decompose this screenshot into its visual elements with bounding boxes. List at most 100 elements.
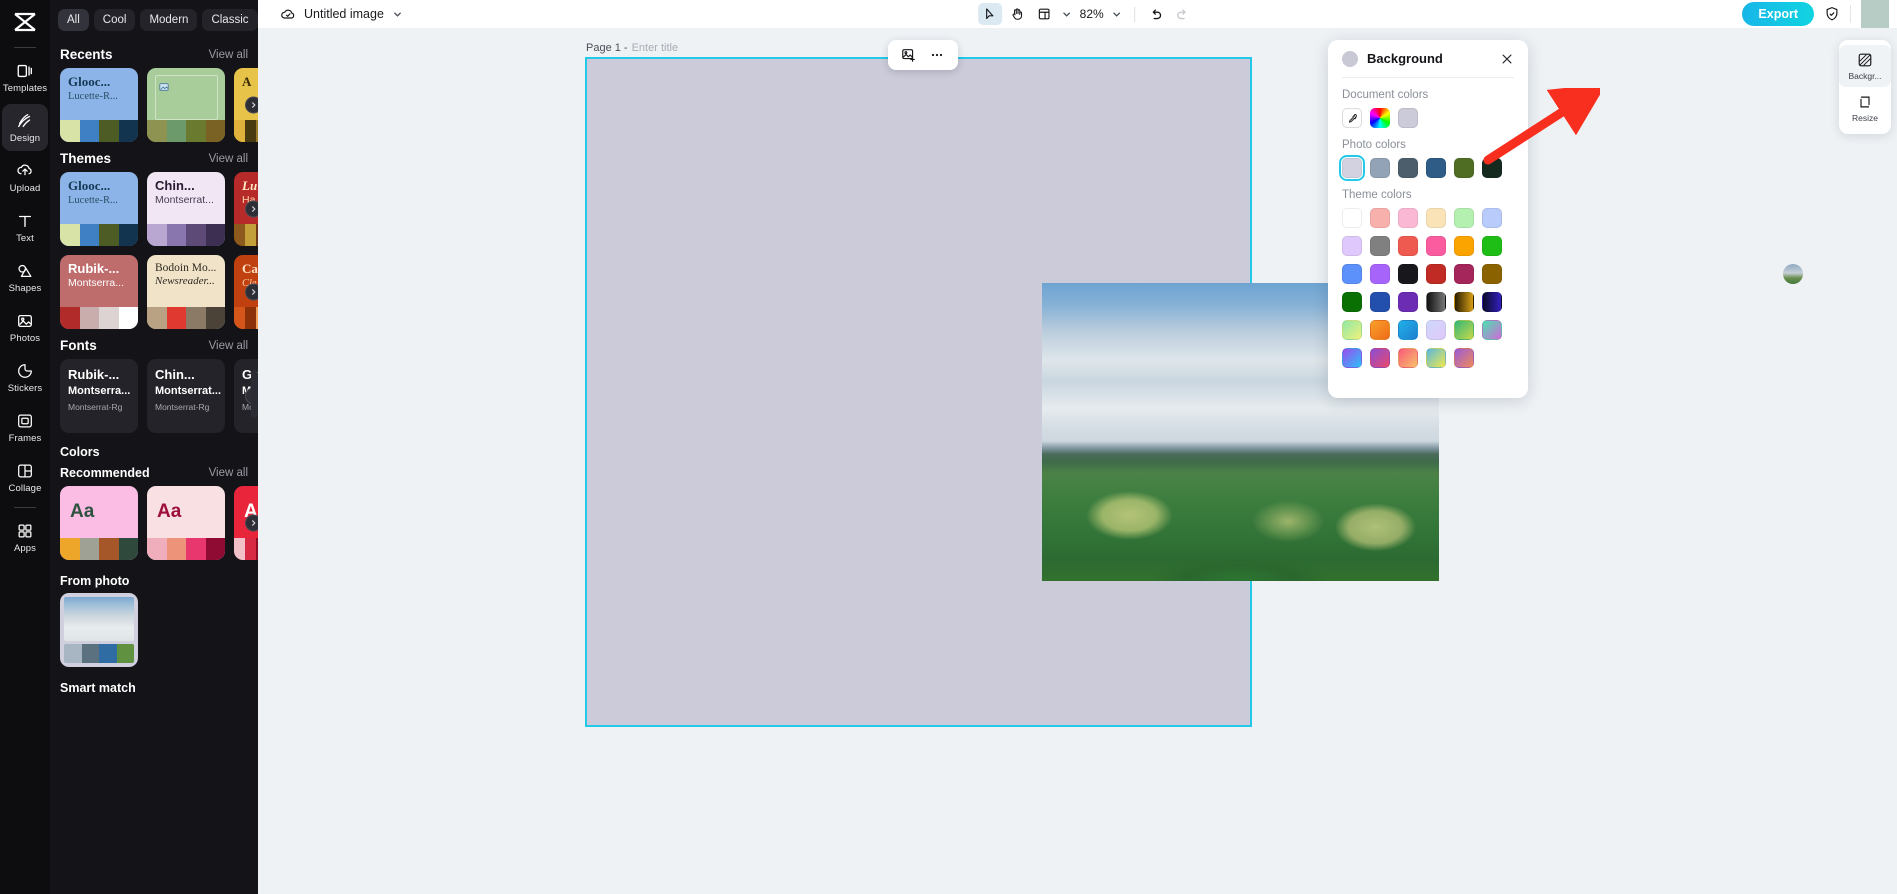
- sidebar-item-frames[interactable]: Frames: [2, 404, 48, 451]
- photo-color-swatch[interactable]: [1370, 158, 1390, 178]
- view-all-recommended[interactable]: View all: [209, 467, 248, 479]
- theme-color-swatch[interactable]: [1342, 292, 1362, 312]
- photo-color-swatch[interactable]: [1454, 158, 1474, 178]
- select-tool-button[interactable]: [977, 3, 1002, 25]
- theme-color-swatch[interactable]: [1370, 320, 1390, 340]
- cloud-check-icon[interactable]: [280, 6, 296, 22]
- theme-color-swatch[interactable]: [1454, 348, 1474, 368]
- theme-color-swatch[interactable]: [1370, 292, 1390, 312]
- avatar[interactable]: [1861, 0, 1889, 28]
- theme-color-swatch[interactable]: [1370, 236, 1390, 256]
- sidebar-item-stickers[interactable]: Stickers: [2, 354, 48, 401]
- zoom-level-label[interactable]: 82%: [1078, 7, 1106, 21]
- theme-color-swatch[interactable]: [1482, 264, 1502, 284]
- theme-color-swatch[interactable]: [1370, 264, 1390, 284]
- chip-all[interactable]: All: [58, 9, 89, 31]
- themes-next-button-2[interactable]: [245, 283, 258, 301]
- theme-color-swatch[interactable]: [1426, 320, 1446, 340]
- theme-card[interactable]: Glooc... Lucette-R...: [60, 172, 138, 246]
- zoom-caret-button[interactable]: [1109, 3, 1125, 25]
- theme-color-swatch[interactable]: [1454, 208, 1474, 228]
- color-wheel-button[interactable]: [1370, 108, 1390, 128]
- theme-color-swatch[interactable]: [1342, 348, 1362, 368]
- theme-color-swatch[interactable]: [1342, 264, 1362, 284]
- theme-color-swatch[interactable]: [1426, 236, 1446, 256]
- export-button[interactable]: Export: [1742, 2, 1814, 26]
- font-card[interactable]: Rubik-... Montserra... Montserrat-Rg: [60, 359, 138, 433]
- font-card[interactable]: Chin... Montserrat... Montserrat-Rg: [147, 359, 225, 433]
- panel-collapse-handle[interactable]: [251, 370, 258, 418]
- canvas-page[interactable]: [585, 57, 1439, 727]
- document-color-swatch[interactable]: [1398, 108, 1418, 128]
- theme-color-swatch[interactable]: [1426, 264, 1446, 284]
- from-photo-card[interactable]: [60, 593, 138, 667]
- theme-color-swatch[interactable]: [1398, 208, 1418, 228]
- theme-card[interactable]: Chin... Montserrat...: [147, 172, 225, 246]
- sidebar-item-text[interactable]: Text: [2, 204, 48, 251]
- theme-color-swatch[interactable]: [1482, 320, 1502, 340]
- theme-color-swatch[interactable]: [1482, 292, 1502, 312]
- themes-next-button[interactable]: [245, 200, 258, 218]
- color-card[interactable]: Aa: [60, 486, 138, 560]
- sidebar-item-design[interactable]: Design: [2, 104, 48, 151]
- theme-color-swatch[interactable]: [1454, 292, 1474, 312]
- theme-color-swatch[interactable]: [1398, 348, 1418, 368]
- view-all-fonts[interactable]: View all: [209, 340, 248, 352]
- theme-color-swatch[interactable]: [1426, 292, 1446, 312]
- view-all-recents[interactable]: View all: [209, 49, 248, 61]
- theme-color-swatch[interactable]: [1426, 348, 1446, 368]
- recents-next-button[interactable]: [245, 96, 258, 114]
- shield-check-icon[interactable]: [1824, 6, 1840, 22]
- chip-cool[interactable]: Cool: [93, 9, 136, 31]
- right-rail-item-resize[interactable]: Resize: [1839, 87, 1891, 129]
- color-card[interactable]: Aa: [147, 486, 225, 560]
- theme-color-swatch[interactable]: [1398, 236, 1418, 256]
- theme-color-swatch[interactable]: [1482, 236, 1502, 256]
- photo-color-swatch[interactable]: [1398, 158, 1418, 178]
- eyedropper-icon[interactable]: [1342, 108, 1362, 128]
- theme-color-swatch[interactable]: [1398, 292, 1418, 312]
- sidebar-item-photos[interactable]: Photos: [2, 304, 48, 351]
- photo-color-swatch[interactable]: [1339, 155, 1365, 181]
- close-icon[interactable]: [1500, 52, 1514, 66]
- redo-button[interactable]: [1171, 3, 1195, 25]
- theme-card[interactable]: Bodoin Mo... Newsreader...: [147, 255, 225, 329]
- photo-color-swatch[interactable]: [1482, 158, 1502, 178]
- theme-color-swatch[interactable]: [1370, 208, 1390, 228]
- image-plus-icon[interactable]: [896, 43, 922, 67]
- photo-color-swatch[interactable]: [1426, 158, 1446, 178]
- sidebar-item-templates[interactable]: Templates: [2, 54, 48, 101]
- theme-color-swatch[interactable]: [1454, 236, 1474, 256]
- sidebar-item-upload[interactable]: Upload: [2, 154, 48, 201]
- capcut-logo-icon[interactable]: [5, 4, 45, 40]
- recent-card[interactable]: Glooc... Lucette-R...: [60, 68, 138, 142]
- chevron-down-icon[interactable]: [392, 9, 403, 20]
- theme-color-swatch[interactable]: [1398, 320, 1418, 340]
- layout-tool-button[interactable]: [1032, 3, 1056, 25]
- view-all-themes[interactable]: View all: [209, 153, 248, 165]
- right-rail-item-background[interactable]: Backgr...: [1839, 45, 1891, 87]
- theme-color-swatch[interactable]: [1342, 236, 1362, 256]
- theme-color-swatch[interactable]: [1370, 348, 1390, 368]
- ellipsis-icon[interactable]: [924, 43, 950, 67]
- recent-card[interactable]: [147, 68, 225, 142]
- canvas-area[interactable]: Page 1 - Enter title: [258, 28, 1897, 894]
- chip-modern[interactable]: Modern: [140, 9, 198, 31]
- theme-color-swatch[interactable]: [1454, 320, 1474, 340]
- page-title-input[interactable]: Enter title: [632, 42, 678, 54]
- theme-color-swatch[interactable]: [1398, 264, 1418, 284]
- sidebar-item-apps[interactable]: Apps: [2, 514, 48, 561]
- theme-color-swatch[interactable]: [1342, 320, 1362, 340]
- theme-color-swatch[interactable]: [1342, 208, 1362, 228]
- hand-tool-button[interactable]: [1005, 3, 1029, 25]
- photo-source-swatch[interactable]: [1783, 264, 1803, 284]
- theme-card[interactable]: Rubik-... Montserra...: [60, 255, 138, 329]
- theme-color-swatch[interactable]: [1426, 208, 1446, 228]
- theme-color-swatch[interactable]: [1454, 264, 1474, 284]
- current-background-swatch[interactable]: [1342, 50, 1358, 67]
- recommended-next-button[interactable]: [245, 514, 258, 532]
- sidebar-item-collage[interactable]: Collage: [2, 454, 48, 501]
- theme-color-swatch[interactable]: [1482, 208, 1502, 228]
- undo-button[interactable]: [1144, 3, 1168, 25]
- chip-classic[interactable]: Classic: [202, 9, 258, 31]
